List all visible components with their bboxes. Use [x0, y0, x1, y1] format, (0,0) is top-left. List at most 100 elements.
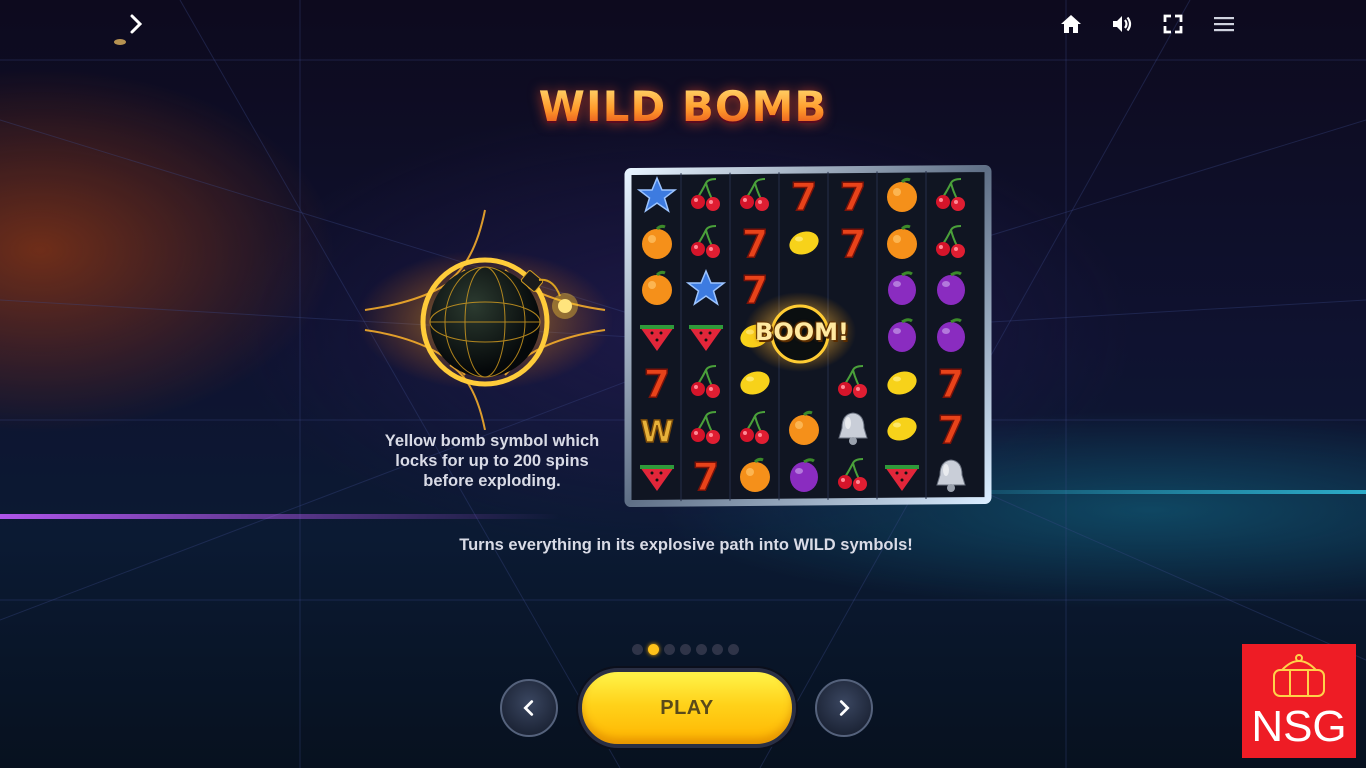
seven-icon: 7: [839, 175, 867, 215]
cherry-icon: [690, 224, 720, 258]
pagination-dot[interactable]: [696, 644, 707, 655]
reel-cell: 7: [829, 172, 878, 219]
seven-icon: 7: [741, 222, 769, 262]
pagination-dot[interactable]: [632, 644, 643, 655]
chevron-right-icon: [839, 700, 850, 716]
fullscreen-icon[interactable]: [1161, 12, 1185, 36]
orange-icon: [641, 271, 672, 306]
reel-cell: [681, 265, 730, 312]
lemon-icon: [887, 371, 917, 395]
speaker-icon[interactable]: [1110, 12, 1134, 36]
reel-cell: [927, 265, 976, 312]
reel-cell: [878, 265, 927, 312]
reel-cell: [878, 405, 927, 452]
cherry-icon: [739, 178, 769, 212]
seven-icon: 7: [937, 362, 965, 402]
cherry-icon: [690, 178, 720, 212]
plum-icon: [888, 271, 917, 306]
reel-cell: 7: [927, 358, 976, 405]
reel-cell: [878, 312, 927, 359]
orange-icon: [788, 410, 819, 446]
plum-icon: [937, 318, 966, 352]
reel-cell: [632, 312, 681, 359]
lemon-icon: [789, 231, 819, 255]
svg-text:7: 7: [840, 222, 866, 262]
boom-label: BOOM!: [755, 318, 849, 346]
reel-cell: [730, 451, 779, 498]
svg-text:7: 7: [938, 408, 964, 448]
bell-icon: [838, 412, 868, 446]
watermelon-icon: [885, 464, 920, 491]
reel-cell: [779, 451, 828, 498]
orange-icon: [887, 224, 918, 259]
cherry-icon: [936, 224, 966, 258]
reel-cell: [632, 172, 681, 219]
reel-cell: [878, 172, 927, 219]
reel-cell: [829, 451, 878, 498]
svg-text:W: W: [640, 415, 673, 448]
orange-icon: [887, 178, 918, 213]
svg-text:7: 7: [791, 175, 817, 215]
play-button[interactable]: PLAY: [578, 668, 796, 748]
reel-cell: [927, 172, 976, 219]
plum-icon: [888, 318, 917, 352]
orange-icon: [641, 224, 672, 259]
hamburger-menu-icon[interactable]: [1212, 12, 1236, 36]
cherry-icon: [838, 457, 868, 491]
previous-page-button[interactable]: [500, 679, 558, 737]
next-page-button[interactable]: [815, 679, 873, 737]
pagination-dots: [632, 644, 739, 655]
reel-cell: [927, 451, 976, 498]
watermelon-icon: [688, 324, 723, 351]
seven-icon: 7: [839, 222, 867, 262]
nsg-logo: NSG: [1242, 644, 1356, 758]
feature-tagline: Turns everything in its explosive path i…: [459, 536, 913, 554]
reel-cell: 7: [829, 219, 878, 266]
pagination-dot[interactable]: [664, 644, 675, 655]
pagination-dot[interactable]: [648, 644, 659, 655]
seven-icon: 7: [643, 362, 671, 402]
pagination-dot[interactable]: [680, 644, 691, 655]
bomb-symbol-illustration: [355, 200, 615, 431]
reel-cell: [632, 451, 681, 498]
svg-text:7: 7: [840, 175, 866, 215]
reel-cell: 7: [927, 405, 976, 452]
reel-cell: [927, 219, 976, 266]
svg-text:7: 7: [742, 222, 768, 262]
wild-icon: W: [639, 414, 674, 448]
svg-text:7: 7: [692, 455, 718, 495]
home-icon[interactable]: [1059, 12, 1083, 36]
reel-cell: 7: [632, 358, 681, 405]
bomb-description: Yellow bomb symbol which locks for up to…: [384, 432, 600, 490]
reel-cell: 7: [779, 172, 828, 219]
star-icon: [636, 176, 677, 214]
chevron-right-icon[interactable]: [124, 12, 148, 36]
reel-cell: [878, 219, 927, 266]
seven-icon: 7: [937, 408, 965, 448]
svg-text:7: 7: [938, 362, 964, 402]
reel-cell: [878, 358, 927, 405]
reel-cell: W: [632, 405, 681, 452]
cherry-icon: [690, 364, 720, 398]
watermelon-icon: [639, 324, 674, 351]
reel-cell: [730, 405, 779, 452]
slot-machine-icon: [1273, 654, 1325, 697]
pagination-dot[interactable]: [712, 644, 723, 655]
cherry-icon: [690, 411, 720, 445]
plum-icon: [937, 271, 966, 306]
reel-cell: 7: [730, 219, 779, 266]
reel-cell: [632, 265, 681, 312]
watermelon-icon: [639, 464, 674, 491]
reel-cell: [681, 405, 730, 452]
reel-cell: [829, 405, 878, 452]
star-icon: [685, 269, 726, 307]
seven-icon: 7: [692, 455, 720, 495]
svg-text:7: 7: [643, 362, 669, 402]
reel-cell: [632, 219, 681, 266]
pagination-dot[interactable]: [728, 644, 739, 655]
cherry-icon: [739, 411, 769, 445]
orange-icon: [739, 457, 770, 492]
reel-cell: [927, 312, 976, 359]
reel-cell: [878, 451, 927, 498]
reel-cell: [779, 219, 828, 266]
